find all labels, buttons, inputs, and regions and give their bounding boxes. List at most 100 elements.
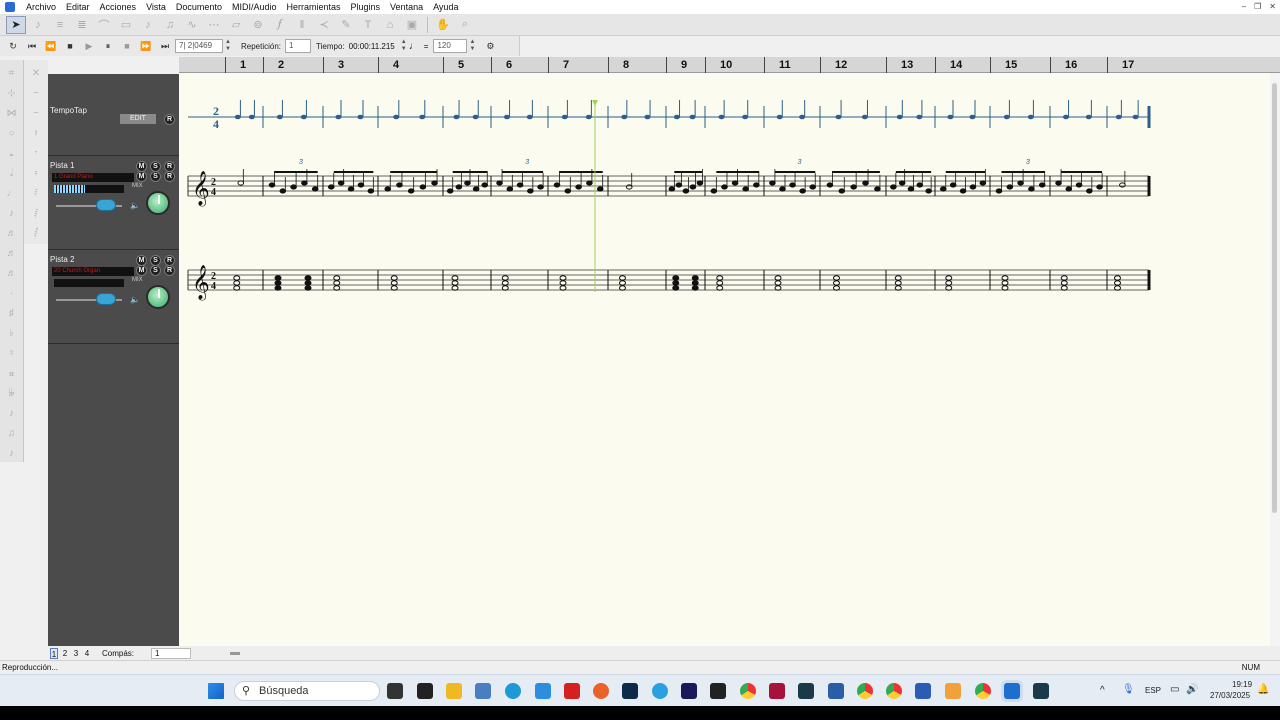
ruler-measure-12[interactable]: 12: [820, 57, 847, 73]
network-icon[interactable]: ▭: [1170, 684, 1179, 695]
time-spinner-icon[interactable]: ▲ ▼: [400, 39, 408, 53]
clock-date[interactable]: 27/03/2025: [1210, 691, 1250, 700]
sharp-icon[interactable]: ♯: [2, 304, 22, 322]
track-2-pan-knob[interactable]: [146, 285, 170, 309]
rest-64-icon[interactable]: 𝅁: [26, 204, 46, 222]
ruler-measure-8[interactable]: 8: [608, 57, 629, 73]
ruler-measure-6[interactable]: 6: [491, 57, 512, 73]
track-1-pan-knob[interactable]: [146, 191, 170, 215]
audition-icon[interactable]: [681, 683, 697, 699]
ruler-measure-3[interactable]: 3: [323, 57, 344, 73]
tie-tool-icon[interactable]: ⌒: [94, 16, 114, 34]
scrollbar-thumb[interactable]: [1272, 83, 1277, 513]
menu-ventana[interactable]: Ventana: [385, 0, 428, 14]
chord-tool-icon[interactable]: ≡: [50, 16, 70, 34]
menu-acciones[interactable]: Acciones: [95, 0, 142, 14]
task-view-icon[interactable]: [387, 683, 403, 699]
chrome-icon[interactable]: [740, 683, 756, 699]
indesign-icon[interactable]: [769, 683, 785, 699]
menu-plugins[interactable]: Plugins: [346, 0, 386, 14]
measure-field[interactable]: 1: [151, 647, 192, 659]
word-icon[interactable]: [915, 683, 931, 699]
chrome-profile-3-icon[interactable]: [886, 683, 902, 699]
track-1-volume-slider[interactable]: [96, 199, 116, 211]
select-tool-icon[interactable]: ➤: [6, 15, 26, 34]
acrobat-icon[interactable]: [564, 683, 580, 699]
whole-note-icon[interactable]: 𝅝: [2, 144, 22, 162]
rewind-icon[interactable]: ⏪: [42, 38, 60, 54]
calendar-app-icon[interactable]: [535, 683, 551, 699]
beam-tool-icon[interactable]: ♫: [160, 16, 180, 34]
double-flat-icon[interactable]: 𝄫: [2, 384, 22, 402]
ruler-measure-14[interactable]: 14: [935, 57, 962, 73]
track-1-instrument[interactable]: 1 Grand Piano: [52, 173, 134, 182]
note-tool-icon[interactable]: ♪: [28, 16, 48, 34]
position-field[interactable]: 7| 2|0469: [175, 39, 223, 53]
settings-gear-icon[interactable]: ⚙: [481, 38, 499, 54]
tuplet-tool-icon[interactable]: ⋯: [204, 16, 224, 34]
track-2-mute-button-2[interactable]: M: [136, 265, 147, 276]
ruler-measure-17[interactable]: 17: [1107, 57, 1134, 73]
stop-icon[interactable]: ■: [61, 38, 79, 54]
half-note-icon[interactable]: 𝅗𝅥: [2, 164, 22, 182]
restore-icon[interactable]: ❐: [1254, 0, 1261, 14]
menu-documento[interactable]: Documento: [171, 0, 227, 14]
tray-chevron-icon[interactable]: ^: [1100, 685, 1105, 696]
ruler-measure-11[interactable]: 11: [764, 57, 791, 73]
eighth-note-icon[interactable]: ♪: [138, 16, 158, 34]
lyrics-tool-icon[interactable]: ⌂: [380, 16, 400, 34]
eighth-note-palette-icon[interactable]: ♪: [2, 204, 22, 222]
eighth-rest-icon[interactable]: 𝄾: [26, 144, 46, 162]
go-to-end-icon[interactable]: ⏭: [156, 38, 174, 54]
terminal-app-2-icon[interactable]: [1033, 683, 1049, 699]
language-indicator[interactable]: ESP: [1145, 686, 1161, 695]
menu-ayuda[interactable]: Ayuda: [428, 0, 463, 14]
score-view[interactable]: 2 4 𝄞 2 4 𝄞 2 4 3 3 3 3: [179, 73, 1270, 646]
track-2-record-button-2[interactable]: R: [164, 265, 175, 276]
page-1-button[interactable]: 1: [50, 647, 58, 659]
terminal-app-icon[interactable]: [798, 683, 814, 699]
pencil-tool-icon[interactable]: ✎: [336, 16, 356, 34]
track-2-volume-slider[interactable]: [96, 293, 116, 305]
tempo-spinner-icon[interactable]: ▲ ▼: [468, 39, 476, 53]
firefox-icon[interactable]: [593, 683, 609, 699]
ruler-measure-9[interactable]: 9: [666, 57, 687, 73]
palette-tool-3-icon[interactable]: ⋈: [2, 104, 22, 122]
notion-icon[interactable]: [710, 683, 726, 699]
track-1-record-button-2[interactable]: R: [164, 171, 175, 182]
ruler-measure-15[interactable]: 15: [990, 57, 1017, 73]
crescendo-tool-icon[interactable]: ≺: [314, 16, 334, 34]
rest-tool-icon[interactable]: ≣: [72, 16, 92, 34]
quarter-note-palette-icon[interactable]: ♩: [2, 184, 22, 202]
edit-button[interactable]: EDIT: [120, 114, 156, 124]
page-2-button[interactable]: 2: [61, 648, 69, 659]
articulation-tool-icon[interactable]: ⊚: [248, 16, 268, 34]
close-icon[interactable]: ✕: [1269, 0, 1276, 14]
finale-app-icon[interactable]: [1004, 683, 1020, 699]
ruler-measure-16[interactable]: 16: [1050, 57, 1077, 73]
notifications-icon[interactable]: 🔔: [1257, 684, 1269, 695]
taskbar-search[interactable]: ⚲ Búsqueda: [234, 681, 380, 701]
ruler-measure-1[interactable]: 1: [225, 57, 246, 73]
ruler-measure-2[interactable]: 2: [263, 57, 284, 73]
thirty-second-note-icon[interactable]: ♬: [2, 244, 22, 262]
palette2-tool-2-icon[interactable]: −: [26, 84, 46, 102]
dynamics-tool-icon[interactable]: ▱: [226, 16, 246, 34]
menu-vista[interactable]: Vista: [141, 0, 171, 14]
measure-ruler[interactable]: 1 2 3 4 5 6 7 8 9 10 11 12 13 14 15 16 17: [179, 57, 1280, 73]
palette-tool-2-icon[interactable]: ⊹: [2, 84, 22, 102]
tempo-field[interactable]: 120: [433, 39, 468, 53]
fast-forward-icon[interactable]: ⏩: [137, 38, 155, 54]
play-icon[interactable]: ▶: [80, 38, 98, 54]
score-canvas[interactable]: 24𝄞 24𝄞 243 3 3 3: [179, 73, 1270, 646]
ruler-measure-10[interactable]: 10: [705, 57, 732, 73]
record-enable-button[interactable]: R: [164, 114, 175, 125]
flat-icon[interactable]: ♭: [2, 324, 22, 342]
go-to-start-icon[interactable]: ⏮: [23, 38, 41, 54]
palette-tool-4-icon[interactable]: ○: [2, 124, 22, 142]
natural-icon[interactable]: ♮: [2, 344, 22, 362]
camera-app-icon[interactable]: [417, 683, 433, 699]
sixteenth-rest-icon[interactable]: 𝄿: [26, 164, 46, 182]
minimize-icon[interactable]: –: [1242, 0, 1246, 14]
measure-tool-icon[interactable]: ▭: [116, 16, 136, 34]
